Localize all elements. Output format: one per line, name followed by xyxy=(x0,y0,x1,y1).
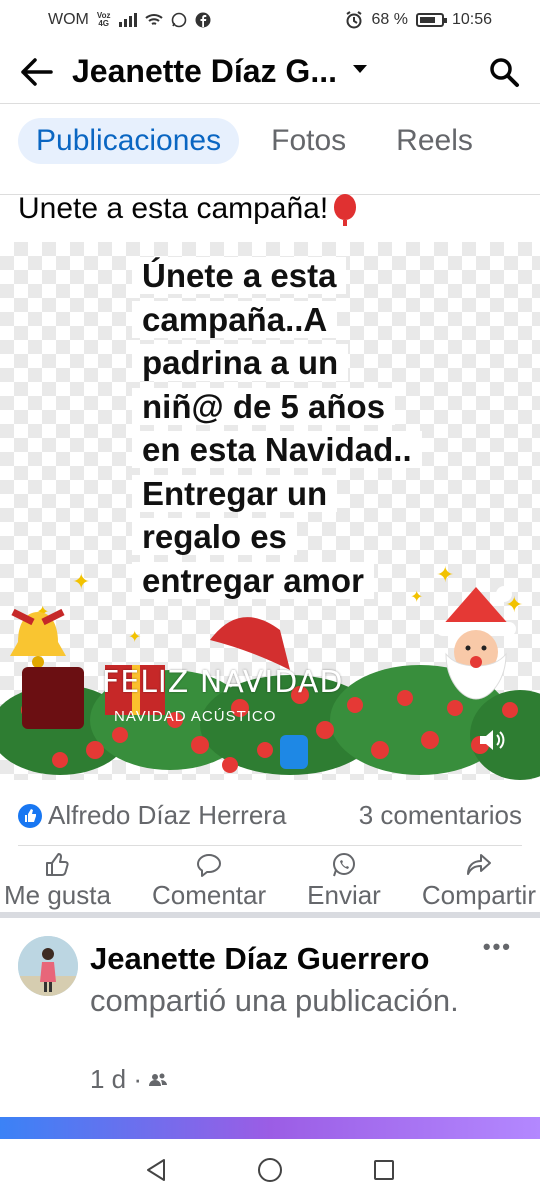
comment-icon xyxy=(197,854,222,877)
album-cover xyxy=(22,667,84,729)
post-author[interactable]: Jeanette Díaz Guerrero xyxy=(90,941,429,976)
clock: 10:56 xyxy=(451,11,492,28)
post-header-text: Jeanette Díaz Guerrero compartió una pub… xyxy=(90,938,490,1022)
next-post-preview xyxy=(0,1117,540,1139)
post-action: compartió una publicación. xyxy=(90,983,459,1018)
battery-icon xyxy=(415,13,447,27)
post-actions: Me gusta Comentar Enviar Compartir xyxy=(0,852,540,916)
post-time[interactable]: 1 d · xyxy=(90,1064,142,1095)
image-caption: Únete a esta campaña..A padrina a un niñ… xyxy=(132,254,422,602)
post-meta: 1 d · xyxy=(90,1064,168,1095)
like-reaction-icon xyxy=(18,803,42,828)
alarm-icon xyxy=(346,11,363,29)
share-button[interactable]: Compartir xyxy=(422,852,536,916)
comments-count[interactable]: 3 comentarios xyxy=(359,800,522,831)
music-title: FELIZ NAVIDAD xyxy=(102,665,344,700)
whatsapp-icon xyxy=(332,853,355,877)
star-icon: ✦ xyxy=(410,589,424,606)
share-icon xyxy=(466,854,491,875)
tab-reels[interactable]: Reels xyxy=(378,118,491,164)
post-text: Unete a esta campaña! xyxy=(18,192,357,226)
send-button[interactable]: Enviar xyxy=(307,852,381,916)
page-title: Jeanette Díaz G... xyxy=(72,53,337,89)
balloon-emoji-icon xyxy=(334,194,357,226)
app-bar: Jeanette Díaz G... xyxy=(0,40,540,104)
star-icon: ✦ xyxy=(72,569,91,594)
status-bar: WOM Voz 4G 68 % 10:56 xyxy=(0,0,540,40)
music-artist: NAVIDAD ACÚSTICO xyxy=(114,708,277,725)
avatar[interactable] xyxy=(18,936,78,996)
tab-publicaciones[interactable]: Publicaciones xyxy=(18,118,240,164)
like-button[interactable]: Me gusta xyxy=(4,852,111,916)
signal-icon xyxy=(118,13,137,27)
santa-icon xyxy=(436,586,516,700)
profile-tabs: Publicaciones Fotos Reels xyxy=(18,118,505,164)
nav-home-icon[interactable] xyxy=(257,1157,283,1183)
divider xyxy=(18,845,522,846)
wifi-icon xyxy=(144,14,163,25)
reactions-count[interactable]: Alfredo Díaz Herrera xyxy=(18,800,286,831)
tab-fotos[interactable]: Fotos xyxy=(253,118,364,164)
voz-4g-indicator: Voz 4G xyxy=(96,11,111,28)
carrier-label: WOM xyxy=(48,11,89,28)
back-arrow-icon xyxy=(21,57,53,86)
nav-recents-icon[interactable] xyxy=(373,1159,395,1181)
friends-audience-icon xyxy=(149,1073,168,1086)
comment-button[interactable]: Comentar xyxy=(152,852,266,916)
system-nav-bar xyxy=(0,1139,540,1200)
thumbs-up-icon xyxy=(46,853,70,876)
feed-separator xyxy=(0,912,540,918)
whatsapp-icon xyxy=(171,12,186,28)
back-button[interactable] xyxy=(0,40,72,104)
reactions-summary: Alfredo Díaz Herrera 3 comentarios xyxy=(18,800,522,831)
profile-name-dropdown[interactable]: Jeanette Díaz G... xyxy=(72,53,468,90)
post-image[interactable]: Únete a esta campaña..A padrina a un niñ… xyxy=(0,242,540,780)
facebook-icon xyxy=(195,12,211,28)
search-icon xyxy=(490,57,519,87)
reactor-name: Alfredo Díaz Herrera xyxy=(48,800,287,830)
battery-percent: 68 % xyxy=(371,11,408,28)
chevron-down-icon xyxy=(352,64,367,73)
search-button[interactable] xyxy=(468,40,540,104)
nav-back-icon[interactable] xyxy=(145,1158,167,1182)
volume-icon[interactable] xyxy=(478,728,506,752)
